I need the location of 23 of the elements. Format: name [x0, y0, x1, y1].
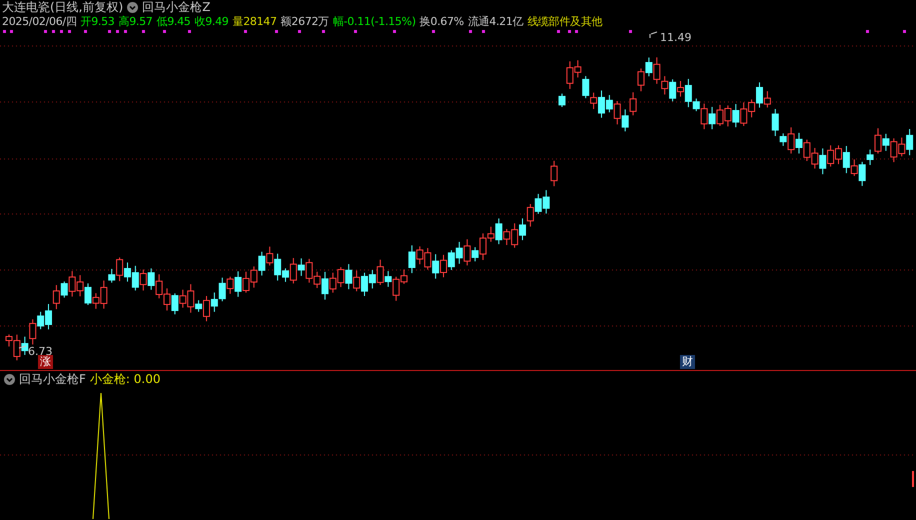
- chevron-down-icon[interactable]: [127, 2, 138, 12]
- quote-field: 低9.45: [156, 14, 191, 28]
- high-price-label: 11.49: [660, 32, 692, 44]
- quote-field: 收9.49: [194, 14, 229, 28]
- event-marker[interactable]: 涨: [38, 355, 53, 369]
- event-marker[interactable]: 财: [680, 355, 695, 369]
- quote-field: 高9.57: [118, 14, 153, 28]
- quote-field: 幅-0.11(-1.15%): [332, 14, 416, 28]
- quote-field: 线缆部件及其他: [527, 14, 602, 28]
- stock-title: 大连电瓷(日线,前复权): [2, 0, 124, 16]
- signal-line: [912, 471, 914, 487]
- leader-line: [650, 32, 658, 38]
- leader-line: [18, 346, 26, 348]
- indicator-name: 回马小金枪Z: [142, 0, 210, 16]
- quote-field: 开9.53: [80, 14, 115, 28]
- sub-indicator-name: 回马小金枪F: [19, 370, 86, 388]
- indicator-reading: 小金枪: 0.00: [90, 370, 160, 388]
- quote-field: 额2672万: [280, 14, 329, 28]
- quote-field: 换0.67%: [420, 14, 464, 28]
- quote-field: 2025/02/06/四: [2, 14, 77, 28]
- chevron-down-icon[interactable]: [4, 374, 15, 384]
- quote-field: 流通4.21亿: [468, 14, 524, 28]
- quote-field: 量28147: [232, 14, 277, 28]
